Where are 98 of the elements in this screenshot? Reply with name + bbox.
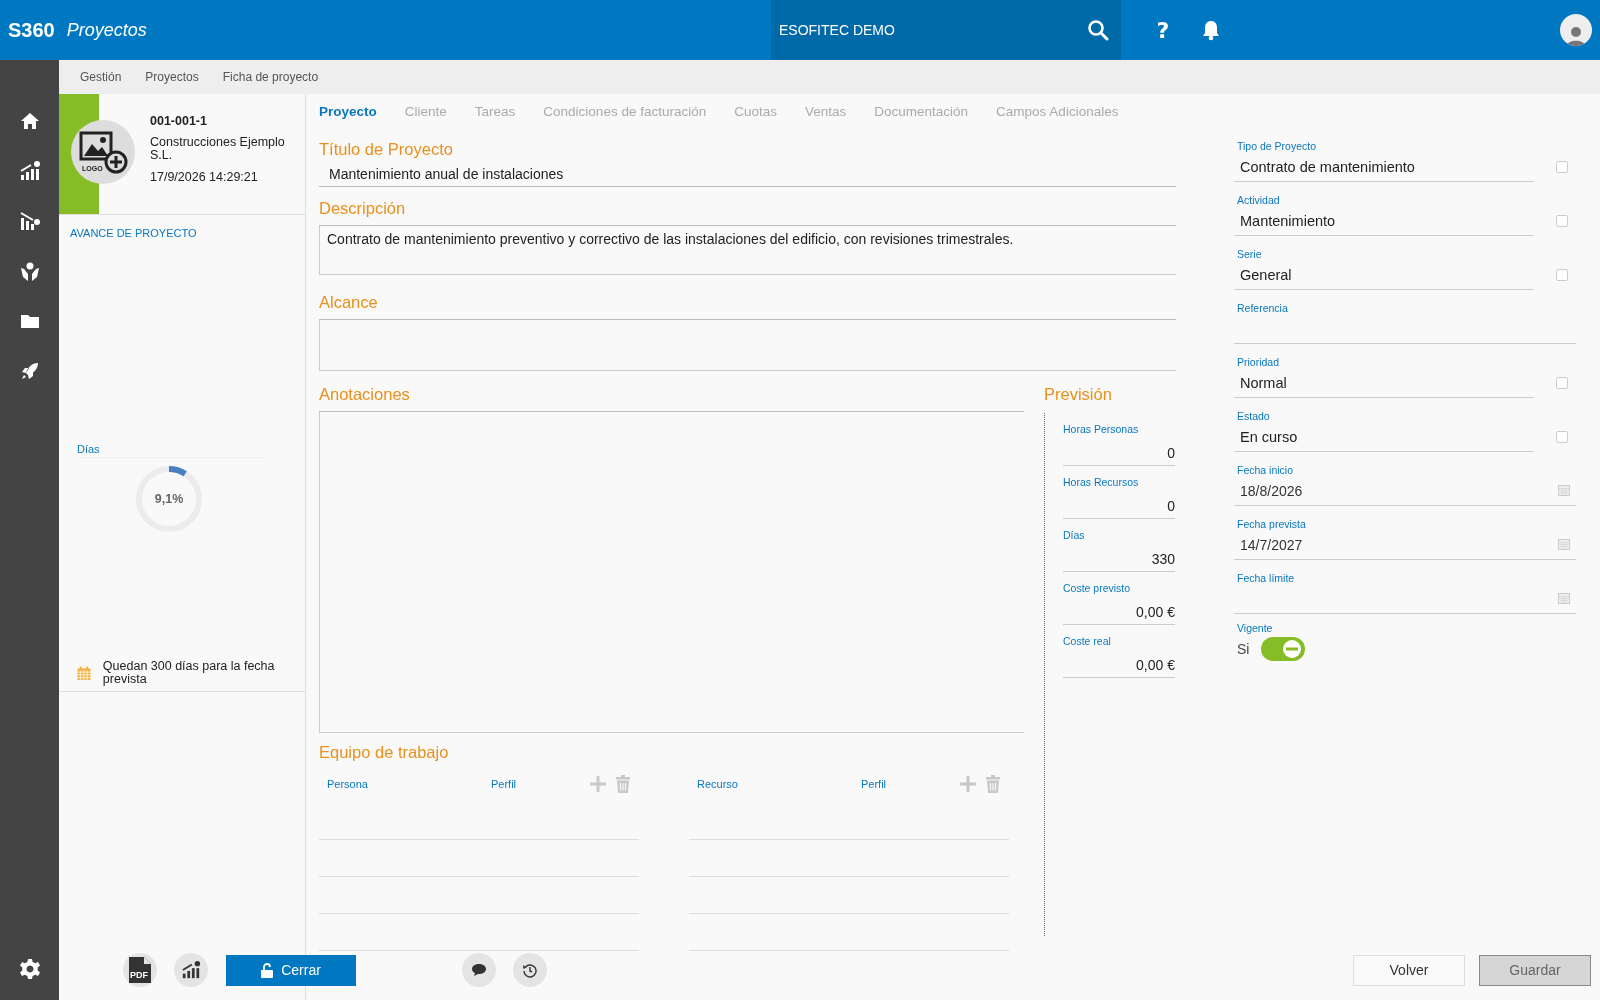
field-value: 0,00 € — [1135, 657, 1175, 673]
description-field[interactable]: Contrato de mantenimiento preventivo y correctivo de las instalaciones del edificio, con revisiones trimestrales. — [319, 225, 1176, 275]
field-label: Título de Proyecto — [319, 140, 454, 160]
date-field[interactable]: 14/7/2027 — [1234, 530, 1576, 560]
user-avatar[interactable] — [1560, 14, 1592, 46]
toggle-switch[interactable] — [1261, 637, 1306, 661]
field-label: Prioridad — [1237, 356, 1281, 368]
field-label: Días — [1063, 529, 1086, 541]
app-logo: S360 — [8, 18, 55, 42]
checkbox[interactable] — [1556, 161, 1568, 173]
field-value: 0 — [1166, 498, 1175, 514]
settings-icon — [18, 958, 41, 980]
field-label: Coste real — [1063, 635, 1112, 647]
field-label: Alcance — [319, 293, 379, 313]
plus-icon — [959, 775, 977, 793]
field-label: Estado — [1237, 410, 1271, 422]
search-button[interactable] — [1087, 19, 1109, 41]
add-button[interactable] — [959, 775, 977, 793]
field-label: Vigente — [1237, 622, 1274, 634]
plus-icon — [589, 775, 607, 793]
bar-chart-down-icon — [18, 210, 41, 232]
pdf-file-icon: PDF — [129, 957, 151, 983]
calendar-icon — [77, 665, 91, 681]
field-value: 0,00 € — [1135, 604, 1175, 620]
field-label: Horas Personas — [1063, 423, 1140, 435]
section-title: Previsión — [1044, 385, 1113, 405]
notifications-button[interactable] — [1201, 19, 1221, 41]
breadcrumb-item[interactable]: Proyectos — [145, 70, 199, 84]
field-label: Actividad — [1237, 194, 1281, 206]
bar-chart-icon — [181, 960, 201, 980]
notes-field[interactable] — [319, 411, 1024, 733]
checkbox[interactable] — [1556, 215, 1568, 227]
hands-icon — [18, 260, 41, 282]
add-button[interactable] — [589, 775, 607, 793]
calendar-icon — [1558, 539, 1570, 550]
field-label: Serie — [1237, 248, 1263, 260]
minus-icon — [1286, 647, 1299, 651]
field-label: Fecha límite — [1237, 572, 1296, 584]
field-label: Horas Recursos — [1063, 476, 1140, 488]
client-name: Construcciones Ejemplo S.L. — [150, 136, 286, 163]
breadcrumb-item[interactable]: Ficha de proyecto — [222, 70, 319, 84]
timestamp: 17/9/2026 14:29:21 — [150, 170, 259, 185]
field-label: Tipo de Proyecto — [1237, 140, 1317, 152]
field-label: Anotaciones — [319, 385, 411, 405]
calendar-icon — [1558, 593, 1570, 604]
column-header: Recurso — [697, 778, 739, 790]
delete-button[interactable] — [985, 775, 1001, 793]
unlocked-padlock-icon — [261, 962, 274, 978]
statistics-button[interactable] — [174, 953, 208, 987]
module-title: Proyectos — [66, 19, 147, 41]
user-icon — [1566, 24, 1586, 46]
select-field[interactable]: Contrato de mantenimiento — [1234, 152, 1534, 182]
progress-ring — [134, 464, 204, 534]
company-name: ESOFITEC DEMO — [779, 22, 896, 38]
select-field[interactable]: General — [1234, 260, 1534, 290]
section-title: Equipo de trabajo — [319, 743, 450, 763]
tab[interactable]: Proyecto — [319, 102, 377, 120]
select-field[interactable]: En curso — [1234, 422, 1534, 452]
speech-bubble-icon — [471, 963, 487, 977]
bar-chart-icon — [18, 160, 41, 182]
field-value: 0 — [1166, 445, 1175, 461]
comments-button[interactable] — [462, 953, 496, 987]
history-icon — [522, 962, 538, 978]
field-label: Referencia — [1237, 302, 1289, 314]
progress-percentage: 9,1% — [154, 492, 184, 506]
field-label: Descripción — [319, 199, 407, 219]
bell-icon — [1201, 19, 1221, 41]
trash-icon — [615, 775, 631, 793]
checkbox[interactable] — [1556, 431, 1568, 443]
delete-button[interactable] — [615, 775, 631, 793]
column-header: Perfil — [861, 778, 888, 790]
field-value: 330 — [1150, 551, 1175, 567]
history-button[interactable] — [513, 953, 547, 987]
back-button[interactable]: Volver — [1353, 954, 1465, 986]
checkbox[interactable] — [1556, 269, 1568, 281]
help-button[interactable]: ? — [1151, 17, 1175, 43]
project-code: 001-001-1 — [150, 114, 208, 128]
remaining-days-note: Quedan 300 días para la fecha prevista — [102, 660, 276, 687]
search-icon — [1087, 19, 1109, 41]
close-project-button[interactable]: Cerrar — [226, 954, 356, 986]
title-field[interactable]: Mantenimiento anual de instalaciones — [319, 162, 1176, 187]
pdf-button[interactable]: PDF — [123, 953, 157, 987]
calendar-icon — [1558, 485, 1570, 496]
section-title: AVANCE DE PROYECTO — [70, 227, 198, 239]
column-header: Perfil — [491, 778, 518, 790]
metric-label: Días — [77, 443, 267, 458]
field-label: Fecha inicio — [1237, 464, 1295, 476]
checkbox[interactable] — [1556, 377, 1568, 389]
select-field[interactable]: Mantenimiento — [1234, 206, 1534, 236]
field-label: Fecha prevista — [1237, 518, 1307, 530]
toggle-label: Si — [1237, 641, 1250, 657]
field-label: Coste previsto — [1063, 582, 1132, 594]
date-field[interactable]: 18/8/2026 — [1234, 476, 1576, 506]
scope-field[interactable] — [319, 319, 1176, 371]
trash-icon — [985, 775, 1001, 793]
column-header: Persona — [327, 778, 369, 790]
breadcrumb-item[interactable]: Gestión — [80, 70, 122, 84]
select-field[interactable]: Normal — [1234, 368, 1534, 398]
